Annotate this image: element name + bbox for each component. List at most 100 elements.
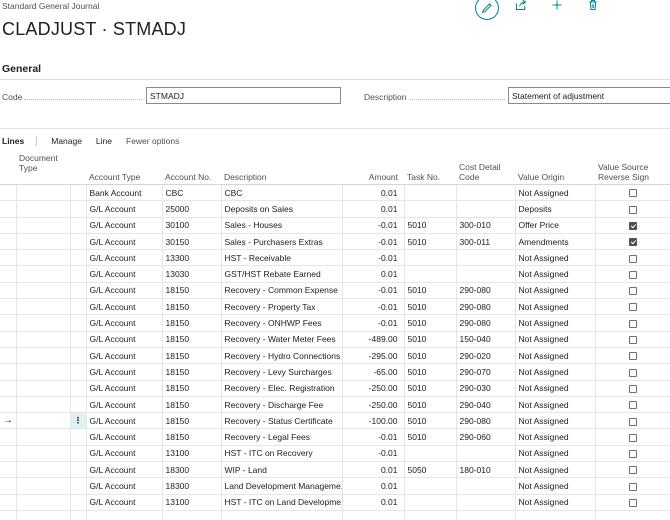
- document-type-cell[interactable]: [16, 510, 71, 520]
- account-no-cell[interactable]: 18150: [162, 298, 222, 316]
- document-type-cell[interactable]: [16, 461, 71, 479]
- account-type-cell[interactable]: G/L Account: [86, 477, 163, 495]
- document-type-cell[interactable]: [16, 428, 71, 446]
- value-origin-cell[interactable]: Not Assigned: [515, 314, 596, 332]
- cost-detail-code-cell[interactable]: 150-040: [456, 331, 516, 348]
- cost-detail-code-cell[interactable]: [456, 184, 516, 202]
- description-cell[interactable]: HST - ITC on Land Developme...: [221, 494, 343, 511]
- task-no-cell[interactable]: 5010: [404, 396, 457, 414]
- amount-cell[interactable]: -65.00: [342, 363, 405, 381]
- amount-cell[interactable]: -295.00: [342, 347, 405, 365]
- amount-cell[interactable]: -0.01: [342, 428, 405, 446]
- lines-line-menu[interactable]: Line: [96, 136, 112, 146]
- table-row[interactable]: G/L Account 18150 Recovery - Property Tax -…: [0, 298, 670, 316]
- reverse-sign-checkbox[interactable]: [628, 417, 637, 426]
- account-type-cell[interactable]: G/L Account: [86, 298, 163, 316]
- cost-detail-code-cell[interactable]: [456, 445, 516, 463]
- cost-detail-code-cell[interactable]: [456, 265, 516, 283]
- value-origin-cell[interactable]: Deposits: [515, 200, 596, 218]
- value-origin-cell[interactable]: [515, 510, 596, 520]
- header-cost-detail-code[interactable]: Cost Detail Code: [456, 154, 515, 185]
- value-origin-cell[interactable]: Not Assigned: [515, 249, 596, 267]
- amount-cell[interactable]: 0.01: [342, 184, 405, 202]
- account-type-cell[interactable]: G/L Account: [86, 445, 163, 463]
- account-no-cell[interactable]: 18150: [162, 428, 222, 446]
- cost-detail-code-cell[interactable]: [456, 477, 516, 495]
- description-cell[interactable]: CBC: [221, 184, 343, 202]
- description-cell[interactable]: Recovery - Legal Fees: [221, 428, 343, 446]
- task-no-cell[interactable]: 5010: [404, 331, 457, 348]
- header-account-no[interactable]: Account No.: [162, 154, 221, 185]
- description-cell[interactable]: HST - ITC on Recovery: [221, 445, 343, 463]
- document-type-cell[interactable]: [16, 412, 71, 430]
- amount-cell[interactable]: -0.01: [342, 298, 405, 316]
- table-row[interactable]: G/L Account 25000 Deposits on Sales 0.01 Dep…: [0, 200, 670, 218]
- cost-detail-code-cell[interactable]: [456, 249, 516, 267]
- amount-cell[interactable]: -0.01: [342, 233, 405, 251]
- reverse-sign-checkbox[interactable]: [628, 270, 637, 279]
- code-field[interactable]: STMADJ: [146, 87, 341, 104]
- header-amount[interactable]: Amount: [342, 154, 404, 185]
- document-type-cell[interactable]: [16, 347, 71, 365]
- table-row[interactable]: G/L Account 13030 GST/HST Rebate Earned 0.0…: [0, 265, 670, 283]
- table-row[interactable]: G/L Account 18150 Recovery - Hydro Connect…: [0, 347, 670, 365]
- description-cell[interactable]: Recovery - Status Certificate: [221, 412, 343, 430]
- description-cell[interactable]: Recovery - Hydro Connections: [221, 347, 343, 365]
- reverse-sign-checkbox[interactable]: [628, 450, 637, 459]
- reverse-sign-checkbox[interactable]: [628, 319, 637, 328]
- description-cell[interactable]: Recovery - Common Expense: [221, 282, 343, 300]
- table-row[interactable]: Bank Account CBC CBC 0.01 Not Assigned: [0, 184, 670, 202]
- document-type-cell[interactable]: [16, 396, 71, 414]
- reverse-sign-checkbox[interactable]: [628, 368, 637, 377]
- document-type-cell[interactable]: [16, 445, 71, 463]
- document-type-cell[interactable]: [16, 233, 71, 251]
- cost-detail-code-cell[interactable]: 290-080: [456, 298, 516, 316]
- account-type-cell[interactable]: G/L Account: [86, 347, 163, 365]
- amount-cell[interactable]: 0.01: [342, 461, 405, 479]
- task-no-cell[interactable]: 5010: [404, 217, 457, 234]
- reverse-sign-checkbox[interactable]: [628, 287, 637, 296]
- document-type-cell[interactable]: [16, 298, 71, 316]
- account-no-cell[interactable]: 18150: [162, 380, 222, 397]
- task-no-cell[interactable]: [404, 265, 457, 283]
- task-no-cell[interactable]: [404, 494, 457, 511]
- account-no-cell[interactable]: 18150: [162, 282, 222, 300]
- account-type-cell[interactable]: G/L Account: [86, 265, 163, 283]
- value-origin-cell[interactable]: Not Assigned: [515, 380, 596, 397]
- task-no-cell[interactable]: 5010: [404, 380, 457, 397]
- amount-cell[interactable]: -0.01: [342, 217, 405, 234]
- table-row[interactable]: [0, 510, 670, 520]
- description-cell[interactable]: Recovery - Water Meter Fees: [221, 331, 343, 348]
- value-origin-cell[interactable]: Not Assigned: [515, 363, 596, 381]
- reverse-sign-checkbox[interactable]: [628, 221, 637, 230]
- account-type-cell[interactable]: G/L Account: [86, 200, 163, 218]
- general-section-title[interactable]: General: [2, 63, 41, 75]
- document-type-cell[interactable]: [16, 249, 71, 267]
- reverse-sign-checkbox[interactable]: [628, 466, 637, 475]
- account-type-cell[interactable]: [86, 510, 163, 520]
- table-row[interactable]: → ⋮ G/L Account 18150 Recovery - Status Cert…: [0, 412, 670, 430]
- table-row[interactable]: G/L Account 13100 HST - ITC on Recovery -0.…: [0, 445, 670, 463]
- task-no-cell[interactable]: 5010: [404, 233, 457, 251]
- header-document-type[interactable]: Document Type: [16, 153, 70, 185]
- amount-cell[interactable]: -250.00: [342, 380, 405, 397]
- new-button[interactable]: [546, 0, 568, 16]
- task-no-cell[interactable]: [404, 249, 457, 267]
- amount-cell[interactable]: [342, 510, 405, 520]
- lines-title[interactable]: Lines: [0, 136, 38, 146]
- header-task-no[interactable]: Task No.: [404, 154, 456, 185]
- task-no-cell[interactable]: 5010: [404, 347, 457, 365]
- value-origin-cell[interactable]: Not Assigned: [515, 184, 596, 202]
- cost-detail-code-cell[interactable]: 290-030: [456, 380, 516, 397]
- amount-cell[interactable]: 0.01: [342, 477, 405, 495]
- task-no-cell[interactable]: 5010: [404, 428, 457, 446]
- value-origin-cell[interactable]: Not Assigned: [515, 282, 596, 300]
- description-cell[interactable]: GST/HST Rebate Earned: [221, 265, 343, 283]
- task-no-cell[interactable]: 5010: [404, 282, 457, 300]
- value-origin-cell[interactable]: Not Assigned: [515, 265, 596, 283]
- value-origin-cell[interactable]: Not Assigned: [515, 396, 596, 414]
- cost-detail-code-cell[interactable]: 290-020: [456, 347, 516, 365]
- account-type-cell[interactable]: G/L Account: [86, 380, 163, 397]
- account-no-cell[interactable]: 18150: [162, 314, 222, 332]
- account-type-cell[interactable]: G/L Account: [86, 396, 163, 414]
